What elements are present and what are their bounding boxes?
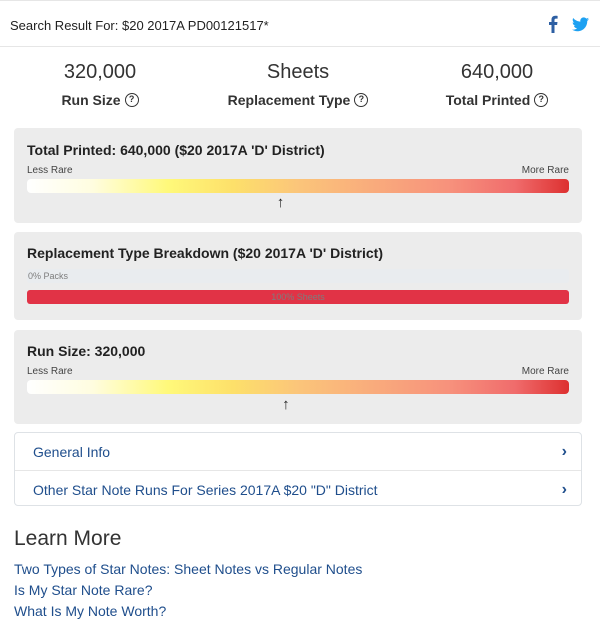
- stat-label: Replacement Type: [227, 92, 351, 108]
- stat-run-size: 320,000 Run Size ?: [0, 58, 200, 108]
- question-circle-icon[interactable]: ?: [534, 93, 549, 107]
- question-circle-icon[interactable]: ?: [354, 93, 369, 107]
- link-star-note-types[interactable]: Two Types of Star Notes: Sheet Notes vs …: [14, 561, 362, 577]
- chevron-right-icon: ›: [561, 443, 567, 460]
- stats-row: 320,000 Run Size ? Sheets Replacement Ty…: [0, 58, 600, 118]
- accordion-label: Other Star Note Runs For Series 2017A $2…: [33, 482, 378, 498]
- card-title: Run Size: 320,000: [27, 343, 146, 359]
- less-rare-label: Less Rare: [27, 165, 73, 176]
- chevron-right-icon: ›: [561, 481, 567, 498]
- stat-label: Total Printed: [445, 92, 531, 108]
- sheets-bar-label: 100% Sheets: [271, 292, 325, 302]
- run-size-card: Run Size: 320,000 Less Rare More Rare ↑: [14, 330, 582, 424]
- less-rare-label: Less Rare: [27, 366, 73, 377]
- facebook-icon[interactable]: [546, 15, 560, 33]
- stat-value: 320,000: [63, 61, 137, 83]
- stat-total-printed: 640,000 Total Printed ?: [397, 58, 597, 108]
- packs-bar-label: 0% Packs: [28, 271, 69, 281]
- twitter-icon[interactable]: [572, 17, 589, 32]
- info-accordion: General Info › Other Star Note Runs For …: [14, 432, 582, 506]
- stat-label-row: Total Printed ?: [397, 92, 597, 108]
- up-arrow-icon: ↑: [282, 396, 290, 413]
- more-rare-label: More Rare: [521, 366, 569, 377]
- link-is-my-star-note-rare[interactable]: Is My Star Note Rare?: [14, 582, 153, 598]
- stat-replacement-type: Sheets Replacement Type ?: [198, 58, 398, 108]
- total-printed-card: Total Printed: 640,000 ($20 2017A 'D' Di…: [14, 128, 582, 223]
- link-what-is-my-note-worth[interactable]: What Is My Note Worth?: [14, 603, 166, 619]
- search-result-header: Search Result For: $20 2017A PD00121517*: [0, 0, 600, 47]
- accordion-item-other-runs[interactable]: Other Star Note Runs For Series 2017A $2…: [15, 471, 581, 507]
- more-rare-label: More Rare: [521, 165, 569, 176]
- card-title: Replacement Type Breakdown ($20 2017A 'D…: [27, 245, 384, 261]
- question-circle-icon[interactable]: ?: [124, 93, 139, 107]
- rarity-gradient-bar: [27, 380, 569, 394]
- stat-label-row: Replacement Type ?: [198, 92, 398, 108]
- accordion-label: General Info: [33, 444, 111, 460]
- card-title: Total Printed: 640,000 ($20 2017A 'D' Di…: [27, 142, 325, 158]
- stat-label-row: Run Size ?: [0, 92, 200, 108]
- stat-value: Sheets: [266, 61, 330, 83]
- up-arrow-icon: ↑: [276, 194, 285, 211]
- accordion-item-general-info[interactable]: General Info ›: [15, 433, 581, 469]
- replacement-breakdown-card: Replacement Type Breakdown ($20 2017A 'D…: [14, 232, 582, 320]
- learn-more-heading: Learn More: [14, 527, 122, 550]
- rarity-gradient-bar: [27, 179, 569, 193]
- stat-value: 640,000: [460, 61, 534, 83]
- stat-label: Run Size: [61, 92, 121, 108]
- search-result-title: Search Result For: $20 2017A PD00121517*: [10, 18, 269, 33]
